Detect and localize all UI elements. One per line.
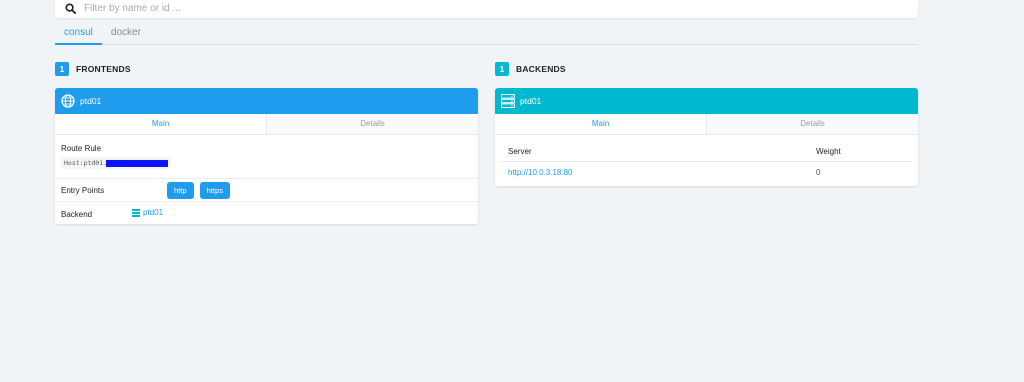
server-cell: http://10.0.3.18:80 (501, 161, 816, 183)
frontends-heading: 1 FRONTENDS (55, 62, 131, 76)
provider-tabs: consul docker (55, 22, 918, 45)
table-row: http://10.0.3.18:80 0 (501, 161, 912, 183)
backend-label: Backend (61, 210, 93, 219)
backends-heading: 1 BACKENDS (495, 62, 566, 76)
entry-points-row: Entry Points http https (55, 179, 478, 202)
servers-table-wrap: Server Weight http://10.0.3.18:80 0 (495, 135, 918, 183)
route-rule-text: Host:ptd01. (64, 159, 108, 167)
entry-points-list: http https (167, 182, 234, 199)
route-rule-value: Host:ptd01. (61, 157, 172, 169)
backend-subtabs: Main Details (495, 114, 918, 135)
entry-points-label: Entry Points (61, 186, 105, 195)
globe-icon (61, 94, 75, 108)
entry-point-http[interactable]: http (167, 182, 194, 199)
frontend-name: ptd01 (80, 96, 102, 106)
column-header-server: Server (508, 146, 532, 156)
backend-link[interactable]: ptd01 (132, 208, 163, 217)
server-url-link[interactable]: http://10.0.3.18:80 (508, 168, 573, 177)
frontend-subtabs: Main Details (55, 114, 478, 135)
table-header-row: Server Weight (501, 142, 912, 161)
search-bar (55, 0, 918, 18)
frontends-title: FRONTENDS (76, 64, 131, 74)
servers-table: Server Weight http://10.0.3.18:80 0 (501, 142, 912, 183)
weight-cell: 0 (816, 167, 821, 177)
search-icon (65, 2, 76, 14)
tab-consul[interactable]: consul (55, 22, 102, 45)
server-icon (501, 94, 515, 108)
search-input[interactable] (84, 2, 484, 14)
frontend-card-header: ptd01 (55, 88, 478, 114)
backends-title: BACKENDS (516, 64, 566, 74)
backend-link-text: ptd01 (143, 208, 164, 217)
backend-tab-main[interactable]: Main (495, 114, 706, 134)
backend-card-header: ptd01 (495, 88, 918, 114)
tab-docker[interactable]: docker (102, 22, 150, 45)
backend-tab-details[interactable]: Details (706, 114, 918, 134)
frontend-tab-main[interactable]: Main (55, 114, 266, 134)
redaction-mark (106, 159, 169, 167)
frontend-card: ptd01 Main Details Route Rule Host:ptd01… (55, 88, 478, 224)
backend-row: Backend ptd01 (55, 202, 478, 224)
backend-name: ptd01 (520, 96, 542, 106)
server-icon (132, 208, 140, 217)
frontends-count-badge: 1 (55, 62, 69, 76)
route-rule-row: Route Rule Host:ptd01. (55, 135, 478, 179)
column-header-weight: Weight (816, 146, 841, 156)
entry-point-https[interactable]: https (199, 182, 231, 199)
route-rule-label: Route Rule (61, 144, 102, 153)
frontend-tab-details[interactable]: Details (266, 114, 478, 134)
backends-count-badge: 1 (495, 62, 509, 76)
backend-card: ptd01 Main Details Server Weight http://… (495, 88, 918, 186)
